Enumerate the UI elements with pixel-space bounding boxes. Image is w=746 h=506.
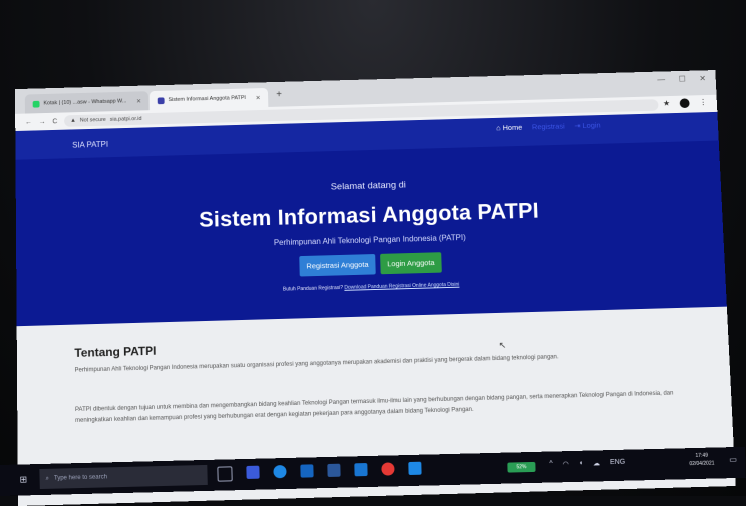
chevron-up-icon[interactable]: ^ bbox=[549, 460, 552, 468]
profile-avatar[interactable] bbox=[679, 98, 690, 109]
notification-icon[interactable]: ▭ bbox=[729, 455, 737, 464]
cloud-icon[interactable]: ☁ bbox=[593, 459, 600, 467]
close-icon[interactable]: ✕ bbox=[256, 94, 261, 101]
download-guide-link[interactable]: Download Panduan Registrasi Online Anggo… bbox=[344, 282, 459, 291]
lang-indicator[interactable]: ENG bbox=[610, 459, 625, 467]
about-title: Tentang PATPI bbox=[74, 343, 157, 360]
search-placeholder: Type here to search bbox=[53, 474, 108, 482]
hero-section: Selamat datang di Sistem Informasi Anggo… bbox=[15, 140, 727, 327]
app-icon[interactable] bbox=[408, 461, 422, 476]
volume-icon[interactable]: ◖ bbox=[579, 460, 583, 468]
search-icon: ⌕ bbox=[45, 475, 50, 482]
nav-register[interactable]: Registrasi bbox=[532, 122, 565, 131]
window-controls: — ☐ ✕ bbox=[657, 74, 706, 84]
taskbar-clock[interactable]: 17:49 02/04/2021 bbox=[689, 452, 714, 469]
minimize-icon[interactable]: — bbox=[657, 75, 665, 84]
task-view-icon[interactable] bbox=[217, 466, 233, 482]
browser-window: Kotak | (10) ...asw - Whatsapp W... ✕ Si… bbox=[14, 70, 736, 506]
tab-label: Sistem Informasi Anggota PATPI bbox=[168, 95, 246, 103]
whatsapp-favicon-icon bbox=[32, 100, 40, 108]
network-icon[interactable]: ◠ bbox=[563, 460, 569, 468]
battery-indicator[interactable]: 52% bbox=[507, 461, 536, 473]
patpi-favicon-icon bbox=[157, 96, 165, 104]
security-label: Not secure bbox=[79, 117, 106, 124]
chrome-icon[interactable] bbox=[381, 462, 395, 476]
nav-login[interactable]: ⇥ Login bbox=[574, 121, 601, 130]
app-icon[interactable] bbox=[246, 465, 260, 479]
close-icon[interactable]: ✕ bbox=[136, 98, 141, 105]
nav-links: ⌂ Home Registrasi ⇥ Login bbox=[496, 121, 601, 132]
new-tab-button[interactable]: + bbox=[276, 89, 282, 100]
brand-link[interactable]: SIA PATPI bbox=[72, 140, 108, 150]
clock-date: 02/04/2021 bbox=[689, 460, 715, 468]
login-member-button[interactable]: Login Anggota bbox=[380, 252, 442, 275]
store-icon[interactable] bbox=[300, 464, 314, 478]
browser-actions: ★ ⋮ bbox=[663, 98, 708, 109]
close-window-icon[interactable]: ✕ bbox=[699, 74, 706, 83]
nav-home-label: Home bbox=[502, 122, 523, 133]
forward-button[interactable]: → bbox=[39, 118, 46, 125]
word-icon[interactable] bbox=[327, 463, 341, 477]
pinned-apps bbox=[217, 461, 422, 482]
warning-icon: ▲ bbox=[70, 117, 76, 124]
tab-label: Kotak | (10) ...asw - Whatsapp W... bbox=[43, 98, 127, 107]
reload-button[interactable]: C bbox=[52, 118, 57, 125]
register-member-button[interactable]: Registrasi Anggota bbox=[299, 254, 376, 277]
about-paragraph-1: Perhimpunan Ahli Teknologi Pangan Indone… bbox=[74, 354, 559, 374]
edge-icon[interactable] bbox=[273, 464, 287, 479]
system-tray: ^ ◠ ◖ ☁ ENG bbox=[549, 459, 625, 469]
menu-icon[interactable]: ⋮ bbox=[699, 98, 707, 108]
url-text: sia.patpi.or.id bbox=[109, 116, 142, 123]
login-icon: ⇥ bbox=[574, 121, 581, 131]
mail-icon[interactable] bbox=[354, 463, 368, 477]
windows-start-icon[interactable]: ⊞ bbox=[19, 474, 27, 485]
home-icon: ⌂ bbox=[496, 123, 501, 133]
guide-text: Butuh Panduan Registrasi? bbox=[282, 285, 344, 293]
nav-home[interactable]: ⌂ Home bbox=[496, 123, 522, 132]
maximize-icon[interactable]: ☐ bbox=[679, 75, 686, 84]
back-button[interactable]: ← bbox=[25, 119, 32, 126]
star-icon[interactable]: ★ bbox=[663, 99, 670, 109]
about-paragraph-2: PATPI dibentuk dengan tujuan untuk membi… bbox=[74, 390, 674, 424]
taskbar-search[interactable]: ⌕ Type here to search bbox=[39, 464, 208, 490]
nav-login-label: Login bbox=[582, 120, 601, 130]
mouse-cursor-icon: ↖ bbox=[498, 340, 507, 351]
